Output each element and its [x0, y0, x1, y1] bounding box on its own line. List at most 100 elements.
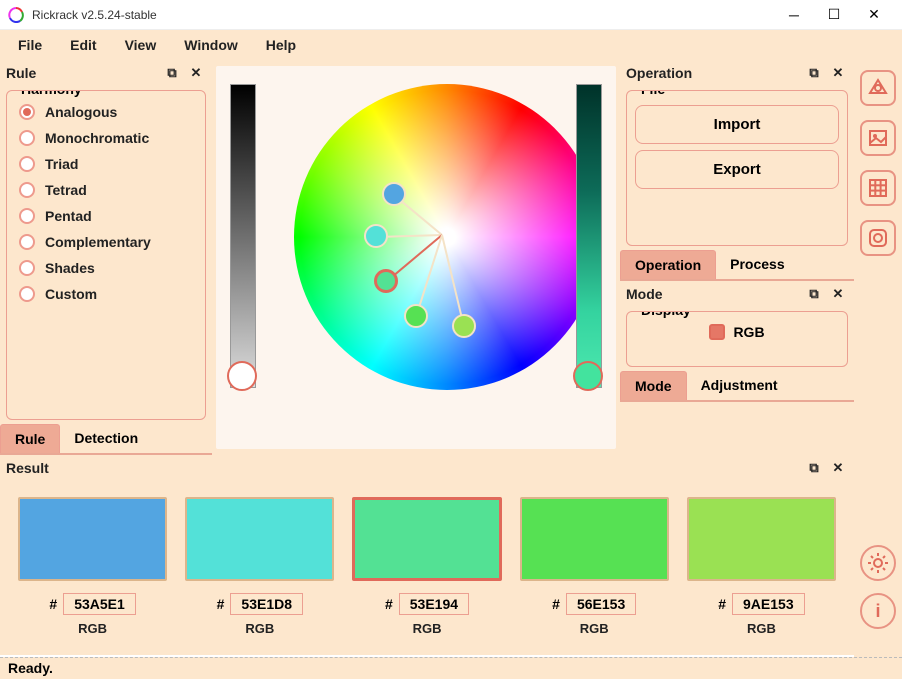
rgb-label: RGB	[185, 621, 334, 636]
radio-icon	[19, 130, 35, 146]
saturation-handle[interactable]	[573, 361, 603, 391]
wheel-point[interactable]	[364, 224, 388, 248]
hash-label: #	[217, 596, 225, 612]
result-close-icon[interactable]: ✕	[828, 459, 848, 477]
import-button[interactable]: Import	[635, 105, 839, 144]
shape-tool-icon[interactable]	[860, 70, 896, 106]
hex-input[interactable]: 56E153	[566, 593, 636, 615]
close-button[interactable]: ✕	[854, 1, 894, 29]
grid-tool-icon[interactable]	[860, 170, 896, 206]
operation-panel-title: Operation	[626, 65, 800, 81]
hex-input[interactable]: 53E1D8	[230, 593, 303, 615]
display-group-label: Display	[637, 311, 695, 318]
radio-icon	[19, 208, 35, 224]
hex-input[interactable]: 53A5E1	[63, 593, 136, 615]
rule-undock-icon[interactable]: ⧉	[162, 64, 182, 82]
swatch-column: #56E153RGB	[520, 497, 669, 636]
radio-icon	[19, 260, 35, 276]
tab-rule[interactable]: Rule	[0, 424, 60, 453]
app-logo-icon	[8, 7, 24, 23]
tab-detection[interactable]: Detection	[60, 424, 152, 453]
rgb-label: RGB	[687, 621, 836, 636]
color-swatch[interactable]	[352, 497, 501, 581]
harmony-shades[interactable]: Shades	[15, 255, 197, 281]
export-button[interactable]: Export	[635, 150, 839, 189]
harmony-monochromatic[interactable]: Monochromatic	[15, 125, 197, 151]
saturation-slider[interactable]	[576, 84, 602, 388]
rule-close-icon[interactable]: ✕	[186, 64, 206, 82]
hex-input[interactable]: 53E194	[399, 593, 469, 615]
harmony-triad[interactable]: Triad	[15, 151, 197, 177]
hash-label: #	[49, 596, 57, 612]
color-swatch[interactable]	[687, 497, 836, 581]
result-panel-title: Result	[6, 460, 800, 476]
side-toolbar: i	[854, 60, 902, 657]
lightness-slider[interactable]	[230, 84, 256, 388]
tab-adjustment[interactable]: Adjustment	[687, 371, 792, 400]
menubar: File Edit View Window Help	[0, 30, 902, 60]
hash-label: #	[718, 596, 726, 612]
info-icon[interactable]: i	[860, 593, 896, 629]
harmony-label: Triad	[45, 156, 78, 172]
titlebar: Rickrack v2.5.24-stable ─ ☐ ✕	[0, 0, 902, 30]
color-swatch[interactable]	[18, 497, 167, 581]
color-wheel-panel	[216, 66, 616, 449]
lightness-handle[interactable]	[227, 361, 257, 391]
mode-close-icon[interactable]: ✕	[828, 285, 848, 303]
file-group-label: File	[637, 90, 669, 97]
color-swatch[interactable]	[520, 497, 669, 581]
mode-tab-strip: Mode Adjustment	[620, 371, 854, 402]
hash-label: #	[385, 596, 393, 612]
hex-input[interactable]: 9AE153	[732, 593, 805, 615]
harmony-label: Complementary	[45, 234, 151, 250]
harmony-label: Custom	[45, 286, 97, 302]
harmony-label: Monochromatic	[45, 130, 149, 146]
harmony-complementary[interactable]: Complementary	[15, 229, 197, 255]
menu-view[interactable]: View	[113, 33, 169, 57]
rule-panel: Rule ⧉ ✕ Harmony Analogous Monochromatic T…	[0, 60, 212, 455]
radio-icon	[19, 234, 35, 250]
settings-icon[interactable]	[860, 545, 896, 581]
mode-panel: Mode ⧉ ✕ Display RGB Mode Adjustment	[620, 281, 854, 402]
image-tool-icon[interactable]	[860, 120, 896, 156]
file-group: File Import Export	[626, 90, 848, 246]
menu-edit[interactable]: Edit	[58, 33, 108, 57]
color-swatch[interactable]	[185, 497, 334, 581]
harmony-tetrad[interactable]: Tetrad	[15, 177, 197, 203]
wheel-point[interactable]	[374, 269, 398, 293]
operation-tab-strip: Operation Process	[620, 250, 854, 281]
color-wheel[interactable]	[294, 84, 600, 390]
minimize-button[interactable]: ─	[774, 1, 814, 29]
menu-window[interactable]: Window	[172, 33, 250, 57]
operation-close-icon[interactable]: ✕	[828, 64, 848, 82]
rule-tab-strip: Rule Detection	[0, 424, 212, 455]
rgb-label: RGB	[733, 324, 764, 340]
tab-operation[interactable]: Operation	[620, 250, 716, 279]
wheel-point[interactable]	[452, 314, 476, 338]
harmony-label: Pentad	[45, 208, 92, 224]
maximize-button[interactable]: ☐	[814, 1, 854, 29]
tab-process[interactable]: Process	[716, 250, 798, 279]
mode-undock-icon[interactable]: ⧉	[804, 285, 824, 303]
harmony-label: Tetrad	[45, 182, 87, 198]
wheel-point[interactable]	[404, 304, 428, 328]
tab-mode[interactable]: Mode	[620, 371, 687, 400]
rgb-checkbox[interactable]	[709, 324, 725, 340]
harmony-custom[interactable]: Custom	[15, 281, 197, 307]
radio-icon	[19, 156, 35, 172]
harmony-label: Analogous	[45, 104, 117, 120]
wheel-point[interactable]	[382, 182, 406, 206]
menu-help[interactable]: Help	[254, 33, 308, 57]
window-title: Rickrack v2.5.24-stable	[32, 8, 774, 22]
display-group: Display RGB	[626, 311, 848, 367]
operation-undock-icon[interactable]: ⧉	[804, 64, 824, 82]
harmony-label: Harmony	[17, 90, 86, 97]
harmony-pentad[interactable]: Pentad	[15, 203, 197, 229]
harmony-analogous[interactable]: Analogous	[15, 99, 197, 125]
menu-file[interactable]: File	[6, 33, 54, 57]
swatch-column: #53E194RGB	[352, 497, 501, 636]
mode-panel-title: Mode	[626, 286, 800, 302]
result-undock-icon[interactable]: ⧉	[804, 459, 824, 477]
layout-tool-icon[interactable]	[860, 220, 896, 256]
harmony-label: Shades	[45, 260, 95, 276]
